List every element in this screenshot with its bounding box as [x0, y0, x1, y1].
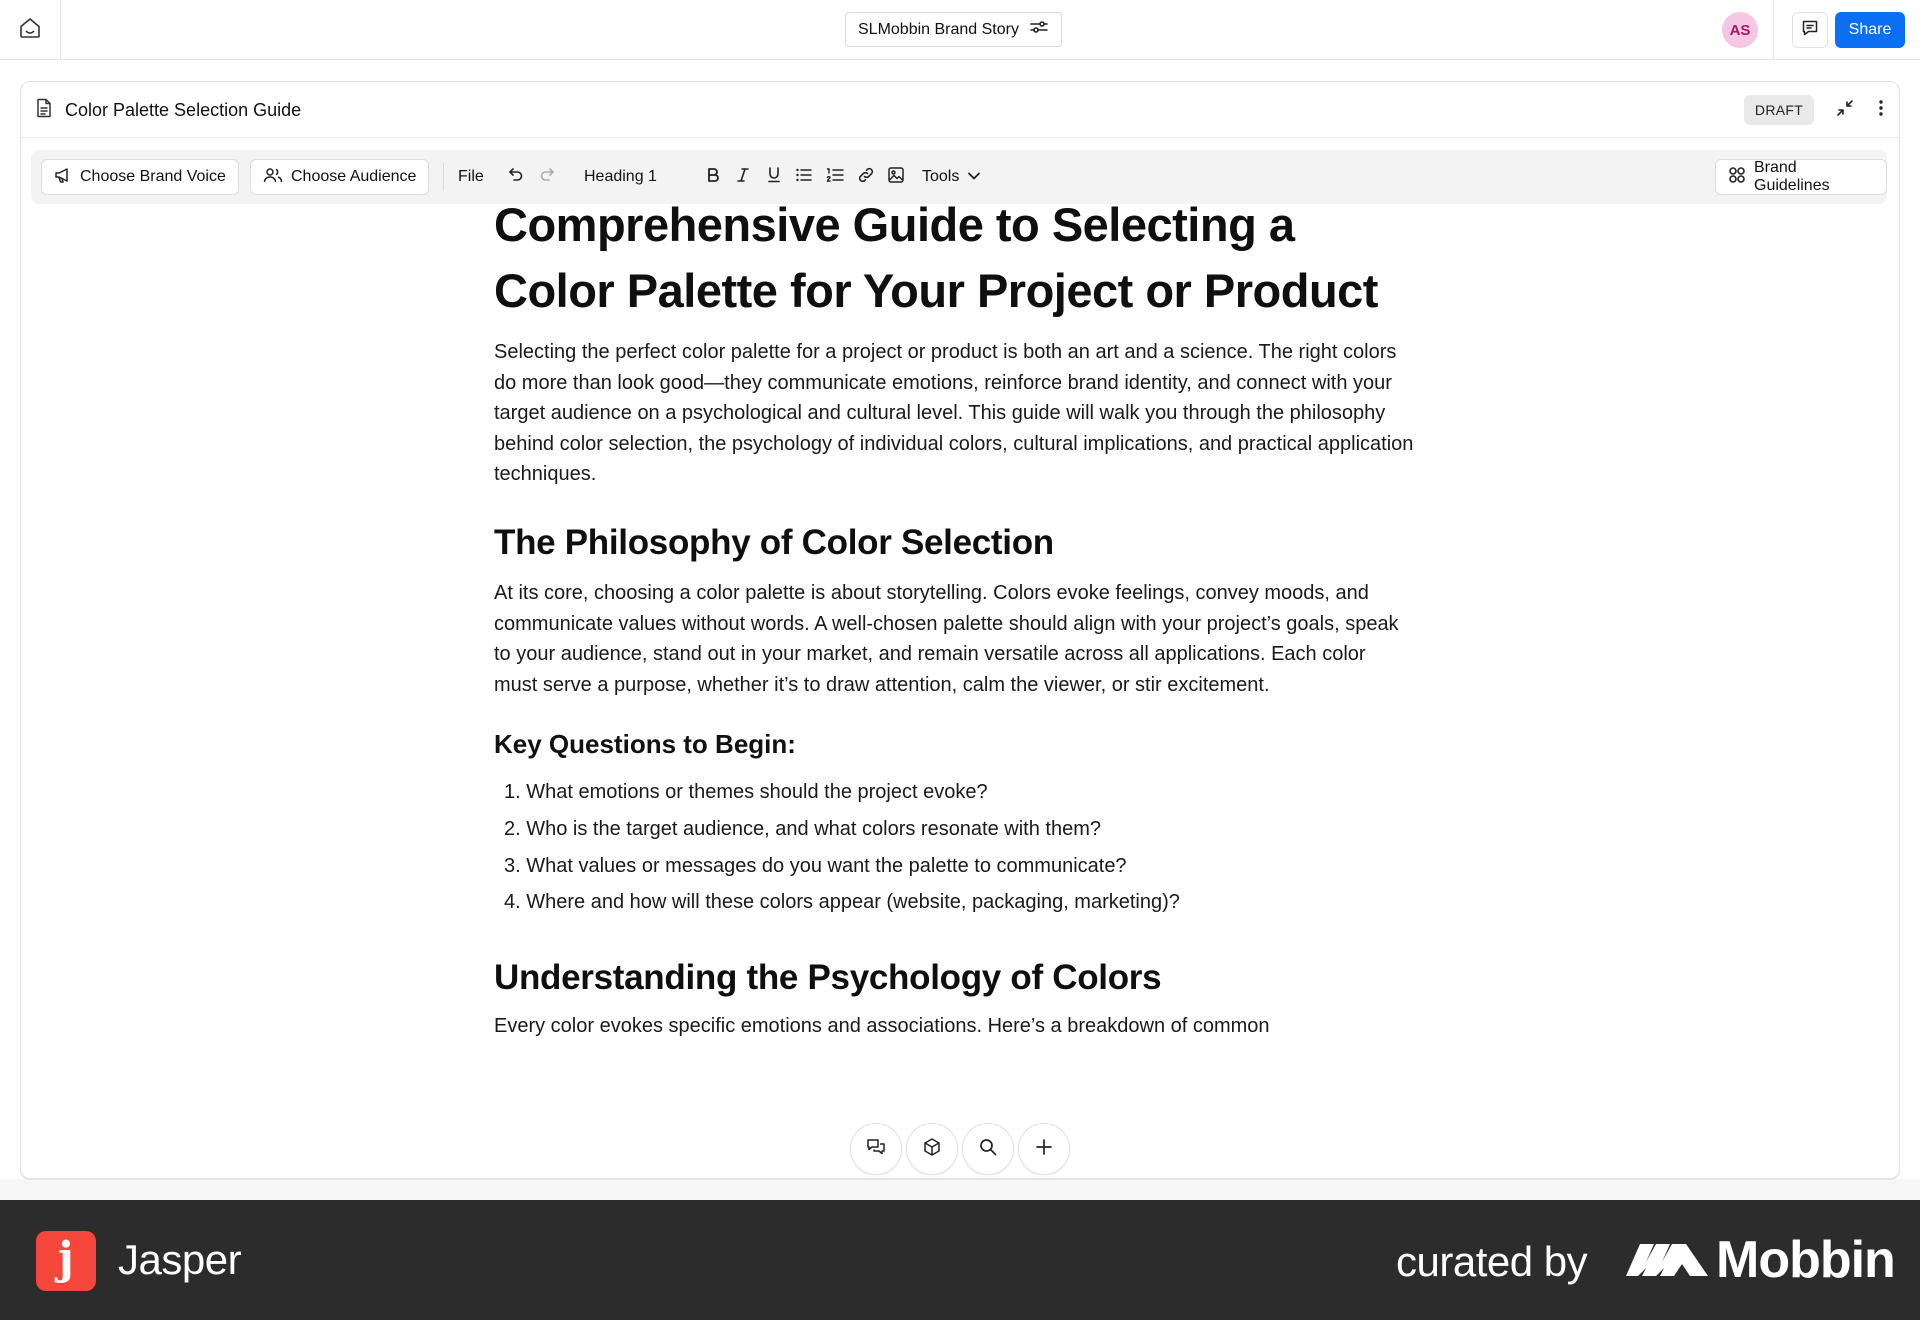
- bullet-list-button[interactable]: [791, 159, 817, 195]
- brand-guidelines-label: Brand Guidelines: [1754, 159, 1830, 194]
- tools-menu[interactable]: Tools: [922, 159, 981, 195]
- bold-icon: [706, 167, 720, 188]
- jasper-logo-letter: j: [58, 1233, 74, 1284]
- italic-button[interactable]: [730, 159, 756, 195]
- list-item: 3. What values or messages do you want t…: [504, 854, 1127, 877]
- list-item: 1. What emotions or themes should the pr…: [504, 781, 988, 804]
- more-options-button[interactable]: [1867, 96, 1895, 124]
- italic-icon: [736, 167, 750, 188]
- section-paragraph: Every color evokes specific emotions and…: [494, 1015, 1270, 1038]
- components-button[interactable]: [906, 1123, 958, 1175]
- underline-icon: [767, 166, 781, 188]
- section-heading: The Philosophy of Color Selection: [494, 522, 1054, 562]
- choose-brand-voice-label: Choose Brand Voice: [80, 168, 226, 185]
- choose-audience-label: Choose Audience: [291, 168, 417, 185]
- curated-by-label: curated by: [1396, 1238, 1588, 1285]
- numbered-list-button[interactable]: [822, 159, 848, 195]
- bullet-list-icon: [795, 167, 813, 188]
- image-icon: [887, 166, 905, 189]
- panel-title-text: Color Palette Selection Guide: [65, 99, 302, 120]
- users-icon: [263, 166, 283, 189]
- choose-audience-button[interactable]: Choose Audience: [250, 159, 430, 195]
- chat-icon: [866, 1137, 886, 1162]
- settings-sliders-icon: [1029, 19, 1049, 40]
- status-badge: DRAFT: [1744, 95, 1814, 125]
- app-name: Jasper: [118, 1236, 242, 1283]
- document-body[interactable]: Comprehensive Guide to Selecting a Color…: [494, 192, 1414, 1042]
- image-button[interactable]: [883, 159, 909, 195]
- toolbar-divider: [443, 163, 444, 191]
- more-vertical-icon: [1878, 99, 1884, 122]
- brand-guidelines-button[interactable]: Brand Guidelines: [1715, 159, 1887, 195]
- cube-icon: [922, 1137, 942, 1162]
- undo-icon: [508, 167, 524, 188]
- document-switcher[interactable]: SLMobbin Brand Story: [845, 12, 1062, 47]
- top-bar: SLMobbin Brand Story AS Share: [0, 0, 1920, 60]
- redo-icon: [539, 167, 555, 188]
- panel-header: Color Palette Selection Guide DRAFT: [21, 82, 1899, 138]
- plus-icon: [1035, 1138, 1053, 1161]
- link-icon: [857, 166, 875, 189]
- questions-list: 1. What emotions or themes should the pr…: [494, 774, 1414, 921]
- comments-button[interactable]: [1792, 12, 1828, 48]
- search-button[interactable]: [962, 1123, 1014, 1175]
- mobbin-logo-icon: [1626, 1238, 1708, 1282]
- chat-button[interactable]: [850, 1123, 902, 1175]
- floating-action-bar: [846, 1120, 1074, 1178]
- block-type-select[interactable]: Heading 1: [584, 159, 657, 195]
- collapse-button[interactable]: [1831, 96, 1859, 124]
- list-item: 4. Where and how will these colors appea…: [504, 891, 1180, 914]
- user-avatar[interactable]: AS: [1722, 12, 1758, 48]
- add-button[interactable]: [1018, 1123, 1070, 1175]
- home-icon: [18, 16, 42, 45]
- bold-button[interactable]: [700, 159, 726, 195]
- jasper-logo: j: [36, 1231, 96, 1291]
- undo-button[interactable]: [503, 159, 529, 195]
- search-icon: [978, 1137, 998, 1162]
- section-heading: Understanding the Psychology of Colors: [494, 958, 1162, 998]
- chevron-down-icon: [967, 168, 981, 186]
- article-title: Comprehensive Guide to Selecting a Color…: [494, 198, 1378, 317]
- tools-menu-label: Tools: [922, 168, 960, 185]
- megaphone-icon: [54, 166, 72, 189]
- redo-button[interactable]: [534, 159, 560, 195]
- comment-icon: [1801, 19, 1819, 42]
- list-item: 2. Who is the target audience, and what …: [504, 818, 1102, 841]
- home-button[interactable]: [0, 0, 61, 60]
- page-gutter: [0, 1179, 1920, 1200]
- underline-button[interactable]: [761, 159, 787, 195]
- share-button[interactable]: Share: [1835, 12, 1905, 48]
- link-button[interactable]: [853, 159, 879, 195]
- document-icon: [35, 98, 53, 123]
- panel-title: Color Palette Selection Guide: [35, 82, 301, 138]
- file-menu[interactable]: File: [458, 159, 484, 195]
- divider: [1773, 0, 1774, 60]
- brand-guidelines-icon: [1728, 166, 1746, 189]
- section-paragraph: At its core, choosing a color palette is…: [494, 581, 1399, 696]
- attribution-footer: j Jasper curated by Mobbin: [0, 1200, 1920, 1320]
- subsection-heading: Key Questions to Begin:: [494, 729, 796, 760]
- curator-name: Mobbin: [1716, 1231, 1896, 1289]
- document-switcher-label: SLMobbin Brand Story: [858, 20, 1019, 38]
- collapse-icon: [1836, 99, 1854, 122]
- intro-paragraph: Selecting the perfect color palette for …: [494, 341, 1414, 486]
- numbered-list-icon: [826, 167, 844, 188]
- choose-brand-voice-button[interactable]: Choose Brand Voice: [41, 159, 239, 195]
